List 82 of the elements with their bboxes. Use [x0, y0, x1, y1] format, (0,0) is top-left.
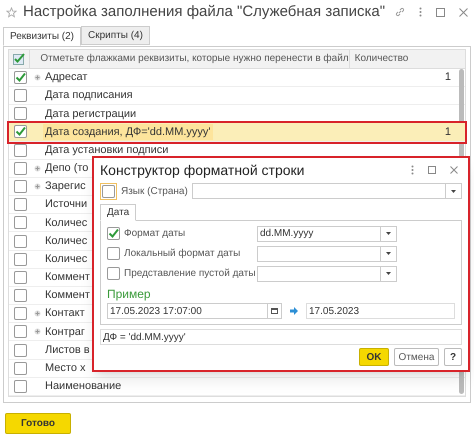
table-cell-text: Дата подписания: [44, 88, 133, 104]
checkbox[interactable]: [14, 252, 26, 266]
check-all-icon[interactable]: [13, 52, 26, 65]
column-header[interactable]: Отметьте флажками реквизиты, которые нужно перенести в файл: [29, 50, 349, 68]
checkbox[interactable]: [14, 180, 26, 193]
window-title: Настройка заполнения файла "Служебная записка": [23, 2, 386, 22]
example-date-field[interactable]: 17.05.2023 17:07:00: [107, 303, 282, 319]
checkbox[interactable]: [14, 362, 26, 375]
table-cell-text: Дата установки подписи: [44, 142, 168, 158]
tab[interactable]: Скрипты (4): [81, 26, 150, 45]
example-result-field: 17.05.2023: [306, 303, 455, 319]
tab[interactable]: Дата: [100, 204, 136, 221]
arrow-right-icon: [290, 307, 298, 315]
table-cell-text: Коммент: [44, 288, 90, 304]
expand-icon[interactable]: [34, 74, 40, 81]
expand-icon[interactable]: [34, 164, 40, 172]
more-icon[interactable]: [419, 7, 422, 17]
option-label: Формат даты: [124, 227, 186, 241]
table-row[interactable]: Дата создания, ДФ='dd.MM.yyyy' 1: [9, 123, 465, 142]
checkbox[interactable]: [14, 70, 26, 84]
column-header[interactable]: Количество: [348, 50, 456, 68]
help-button[interactable]: ?: [444, 348, 462, 366]
checkbox[interactable]: [14, 144, 26, 157]
ok-button[interactable]: OK: [359, 348, 389, 366]
table-cell-text: Адресат: [44, 70, 88, 86]
expand-icon[interactable]: [34, 328, 40, 336]
checkbox[interactable]: [14, 89, 26, 102]
table-cell-text: Контраг: [44, 324, 85, 340]
table-cell-text: Коммент: [44, 270, 90, 286]
more-icon[interactable]: [411, 165, 414, 175]
table-cell: Дата создания, ДФ='dd.MM.yyyy': [43, 124, 213, 140]
format-string-field[interactable]: ДФ = 'dd.MM.yyyy': [100, 329, 462, 345]
checkbox[interactable]: [14, 307, 26, 320]
table-cell-text: Зарегис: [44, 179, 86, 194]
table-cell-text: Контакт: [44, 306, 85, 322]
link-icon[interactable]: [395, 7, 405, 17]
checkbox[interactable]: [14, 344, 26, 357]
option-label: Локальный формат даты: [124, 247, 240, 261]
maximize-icon[interactable]: [436, 8, 445, 16]
expand-icon[interactable]: [34, 182, 40, 190]
maximize-icon[interactable]: [428, 166, 436, 174]
table-cell-text: Наименование: [44, 379, 122, 394]
close-icon[interactable]: [450, 166, 458, 174]
format-field[interactable]: dd.MM.yyyy: [257, 226, 397, 242]
dialog-title: Конструктор форматной строки: [100, 160, 304, 180]
example-heading: Пример: [107, 288, 152, 300]
star-icon[interactable]: [6, 6, 17, 18]
checkbox[interactable]: [14, 380, 26, 393]
table-cell-text: Количес: [44, 234, 88, 249]
cancel-button[interactable]: Отмена: [394, 348, 439, 366]
done-button[interactable]: Готово: [5, 413, 71, 434]
checkbox[interactable]: [107, 267, 120, 280]
expand-icon[interactable]: [34, 310, 40, 318]
checkbox[interactable]: [14, 325, 26, 338]
checkbox[interactable]: [14, 270, 26, 284]
checkbox[interactable]: [102, 184, 115, 198]
checkbox[interactable]: [14, 216, 26, 230]
language-field[interactable]: [192, 183, 462, 199]
calendar-icon[interactable]: [271, 308, 278, 314]
tab[interactable]: Реквизиты (2): [3, 27, 82, 46]
checkbox[interactable]: [14, 289, 26, 302]
table-cell-text: 1: [444, 70, 452, 86]
option-label: Представление пустой даты: [124, 267, 256, 281]
checkbox[interactable]: [14, 125, 26, 138]
checkbox[interactable]: [14, 234, 26, 248]
table-cell-text: Источни: [44, 197, 88, 212]
close-icon[interactable]: [459, 8, 468, 16]
checkbox[interactable]: [107, 247, 120, 260]
format-field[interactable]: [257, 246, 397, 262]
checkbox[interactable]: [107, 227, 120, 240]
checkbox[interactable]: [14, 162, 26, 175]
table-cell-text: Количес: [44, 252, 88, 267]
checkbox[interactable]: [14, 107, 26, 120]
table-cell-text: Место х: [44, 360, 86, 376]
table-cell-text: Депо (то: [44, 161, 88, 176]
table-cell-text: Листов в: [44, 342, 90, 358]
table-cell-text: Дата регистрации: [44, 106, 136, 122]
table-cell-text: Количес: [44, 216, 88, 231]
table-cell-text: 1: [444, 124, 452, 140]
field-label: Язык (Страна): [121, 184, 188, 198]
checkbox[interactable]: [14, 198, 26, 212]
format-field[interactable]: [257, 266, 397, 282]
